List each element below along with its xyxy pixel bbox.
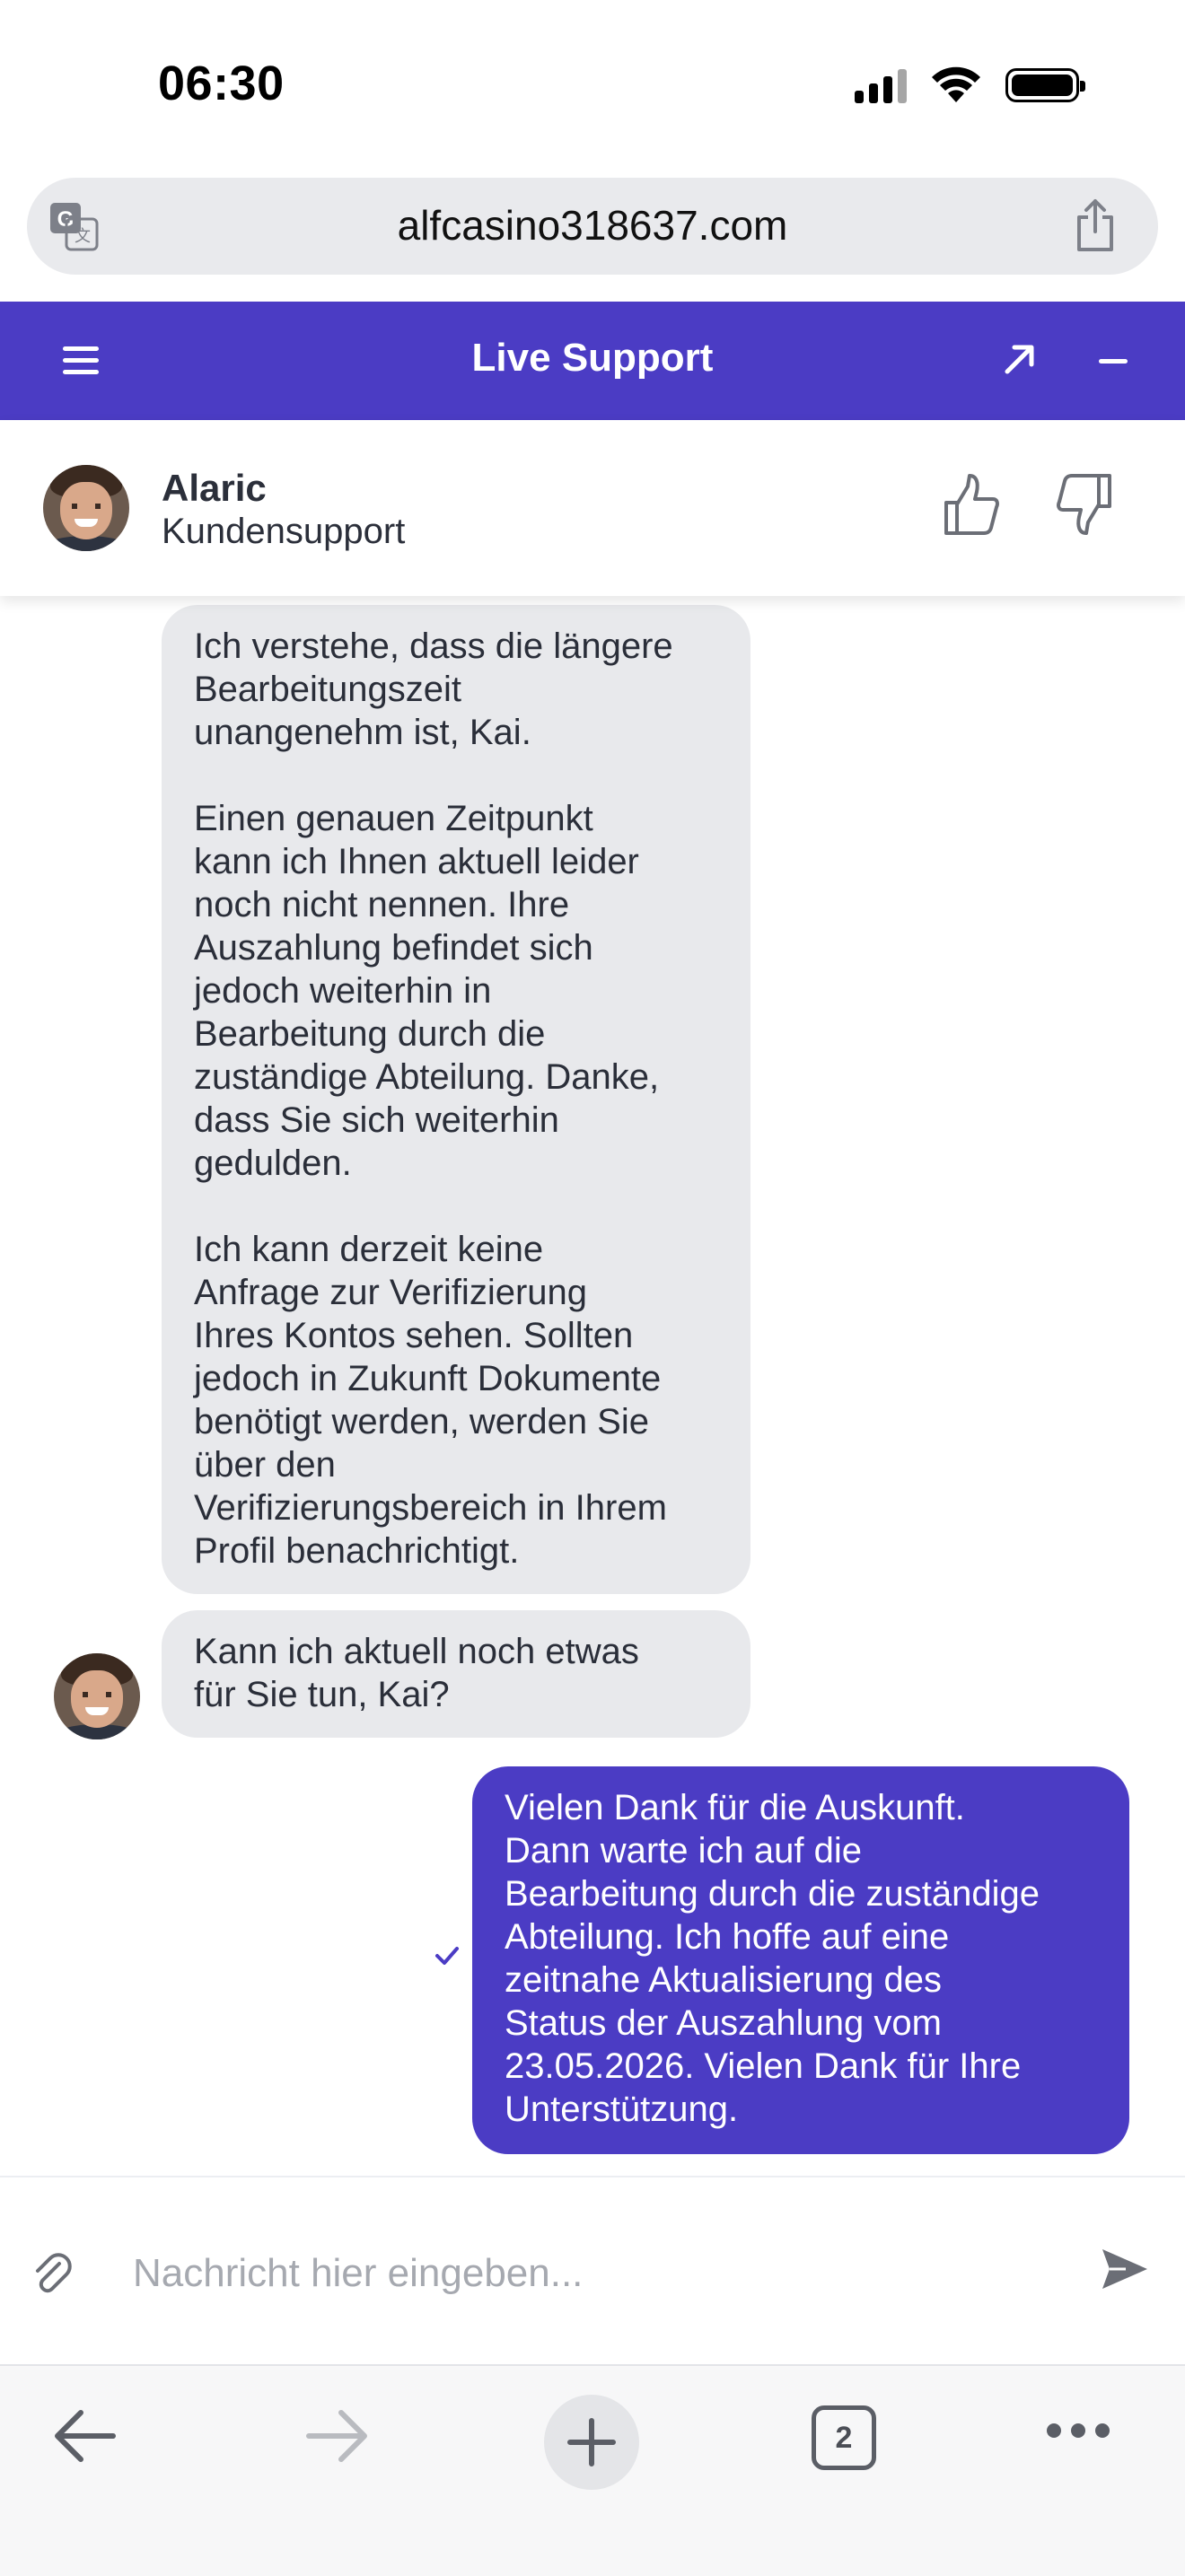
minimize-icon[interactable] [1099,359,1128,364]
arrow-left-icon[interactable] [50,2407,118,2465]
message-composer [0,2176,1185,2364]
battery-icon [1005,68,1085,102]
thumbs-up-icon[interactable] [943,472,1000,537]
plus-icon [567,2418,616,2466]
send-icon[interactable] [1099,2246,1151,2292]
share-icon[interactable] [1072,197,1119,253]
agent-message-bubble: Kann ich aktuell noch etwas für Sie tun,… [162,1610,750,1738]
cellular-signal-icon [855,67,907,103]
status-icons [855,66,1085,104]
agent-info-bar: Alaric Kundensupport [0,420,1185,596]
agent-name: Alaric [162,467,267,509]
agent-message-bubble: Ich verstehe, dass die längere Bearbeitu… [162,605,750,1594]
message-input[interactable] [131,2235,1032,2312]
status-time: 06:30 [158,57,285,110]
new-tab-button[interactable] [544,2395,639,2490]
paperclip-icon[interactable] [32,2251,72,2294]
thumbs-down-icon[interactable] [1056,472,1113,537]
wifi-icon [932,66,980,102]
url-text[interactable]: alfcasino318637.com [27,201,1158,250]
address-bar[interactable]: G 文 alfcasino318637.com [27,178,1158,275]
user-message-bubble: Vielen Dank für die Auskunft. Dann warte… [472,1766,1129,2154]
expand-arrow-icon[interactable] [1002,341,1038,377]
avatar [43,465,129,551]
status-bar: 06:30 [0,0,1185,171]
ellipsis-icon[interactable] [1047,2423,1110,2441]
check-icon [435,1947,459,1965]
browser-toolbar: 2 [0,2364,1185,2576]
message-list[interactable]: Ich verstehe, dass die längere Bearbeitu… [0,596,1185,2176]
avatar [54,1653,140,1739]
chat-header: Live Support [0,302,1185,420]
tabs-button[interactable]: 2 [812,2405,876,2470]
agent-role: Kundensupport [162,512,406,551]
arrow-right-icon[interactable] [303,2407,372,2465]
